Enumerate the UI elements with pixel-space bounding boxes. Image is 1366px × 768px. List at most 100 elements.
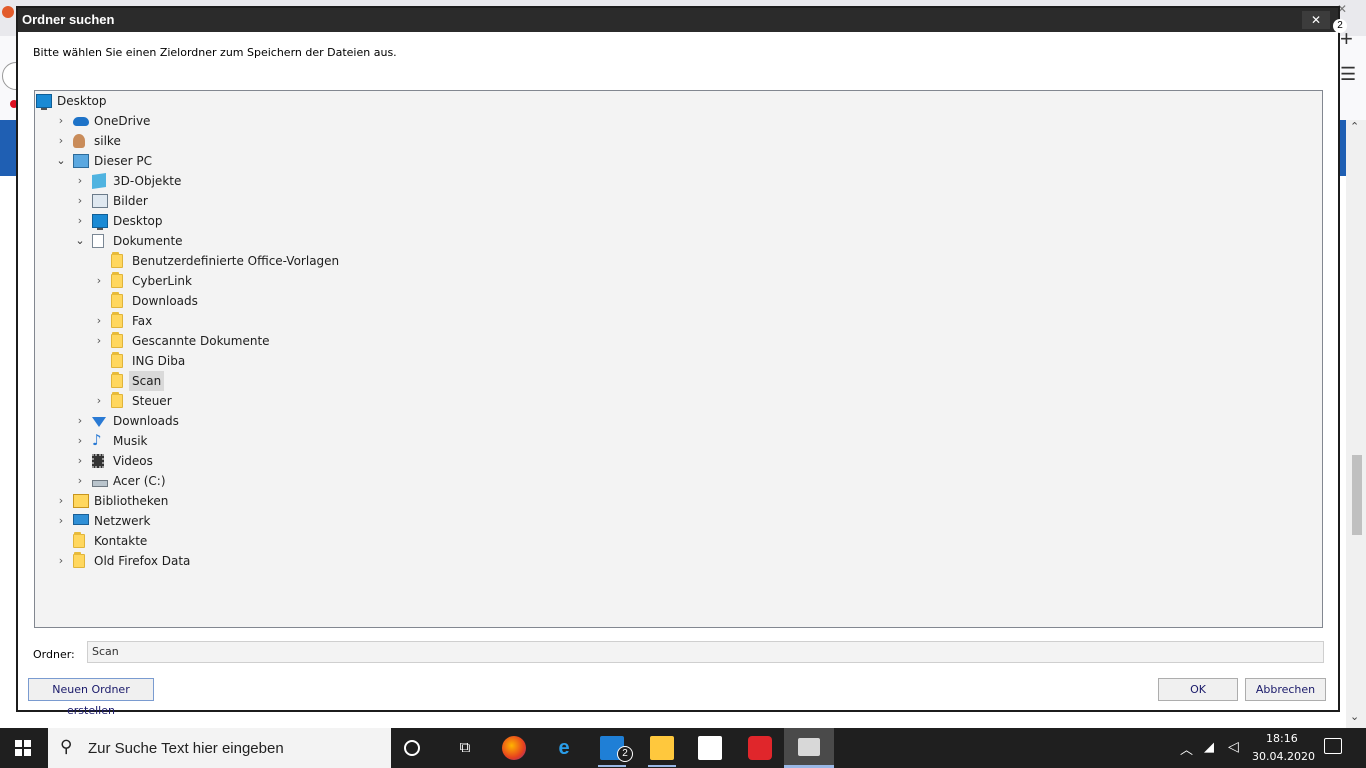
ok-button[interactable]: OK [1158, 678, 1238, 701]
tree-node-label[interactable]: silke [91, 131, 124, 151]
tree-node[interactable]: › Gescannte Dokumente [35, 331, 1322, 351]
tree-node-label[interactable]: Acer (C:) [110, 471, 169, 491]
scroll-up-icon[interactable]: ⌃ [1350, 120, 1359, 133]
file-explorer-icon[interactable] [650, 736, 674, 760]
tree-node-label[interactable]: Dokumente [110, 231, 186, 251]
chevron-right-icon[interactable]: › [55, 511, 67, 531]
tree-node[interactable]: › Desktop [35, 211, 1322, 231]
folder-icon [111, 252, 123, 268]
tree-node-label[interactable]: CyberLink [129, 271, 195, 291]
chevron-right-icon[interactable]: › [93, 331, 105, 351]
tree-node[interactable]: › Bilder [35, 191, 1322, 211]
pictures-icon [92, 194, 108, 208]
tray-overflow-chevron-icon[interactable]: ︿ [1180, 739, 1193, 758]
dialog-instruction: Bitte wählen Sie einen Zielordner zum Sp… [33, 46, 397, 59]
tree-node[interactable]: › Videos [35, 451, 1322, 471]
chevron-right-icon[interactable]: › [55, 551, 67, 571]
tree-node[interactable]: ⌄ Dokumente [35, 231, 1322, 251]
tree-node[interactable]: › OneDrive [35, 111, 1322, 131]
tree-node-label[interactable]: Kontakte [91, 531, 150, 551]
tree-node-label[interactable]: OneDrive [91, 111, 153, 131]
chevron-right-icon[interactable]: › [74, 431, 86, 451]
tree-node-label[interactable]: Musik [110, 431, 151, 451]
tree-node[interactable]: › Acer (C:) [35, 471, 1322, 491]
tree-node[interactable]: Scan [35, 371, 1322, 391]
chevron-right-icon[interactable]: › [93, 271, 105, 291]
clock-date[interactable]: 30.04.2020 [1252, 750, 1315, 763]
folder-name-field[interactable]: Scan [87, 641, 1324, 663]
edge-icon[interactable]: e [552, 736, 576, 760]
tree-node[interactable]: › Old Firefox Data [35, 551, 1322, 571]
cortana-icon[interactable] [404, 740, 420, 756]
tree-node-label[interactable]: Downloads [110, 411, 182, 431]
tree-node[interactable]: ⌄ Dieser PC [35, 151, 1322, 171]
scanner-app-icon[interactable] [798, 738, 820, 756]
chevron-right-icon[interactable]: › [55, 131, 67, 151]
chevron-down-icon[interactable]: ⌄ [74, 231, 86, 251]
tree-node-label[interactable]: Desktop [54, 91, 110, 111]
taskbar-search-box[interactable]: ⚲ Zur Suche Text hier eingeben [48, 728, 391, 768]
tree-node-label[interactable]: Gescannte Dokumente [129, 331, 273, 351]
tree-node[interactable]: › silke [35, 131, 1322, 151]
chevron-right-icon[interactable]: › [74, 171, 86, 191]
tree-node[interactable]: › Netzwerk [35, 511, 1322, 531]
chevron-right-icon[interactable]: › [93, 391, 105, 411]
tree-node-label[interactable]: ING Diba [129, 351, 188, 371]
tree-node-label[interactable]: Netzwerk [91, 511, 153, 531]
tree-node-label[interactable]: Bibliotheken [91, 491, 171, 511]
chevron-right-icon[interactable]: › [74, 451, 86, 471]
notification-center-icon[interactable] [1324, 738, 1342, 754]
tree-node[interactable]: › CyberLink [35, 271, 1322, 291]
tree-node-label[interactable]: Videos [110, 451, 156, 471]
tree-node-label[interactable]: Fax [129, 311, 155, 331]
page-scrollbar-thumb[interactable] [1352, 455, 1362, 535]
tree-node[interactable]: › 3D-Objekte [35, 171, 1322, 191]
tree-node[interactable]: Kontakte [35, 531, 1322, 551]
tree-node-label[interactable]: Desktop [110, 211, 166, 231]
browser-menu-icon[interactable]: ☰ [1340, 64, 1356, 85]
tree-node-label[interactable]: Bilder [110, 191, 151, 211]
firefox-icon[interactable] [502, 736, 526, 760]
tree-node-label[interactable]: Benutzerdefinierte Office-Vorlagen [129, 251, 342, 271]
chevron-right-icon[interactable]: › [74, 191, 86, 211]
close-icon[interactable]: ✕ [1311, 13, 1321, 27]
start-windows-icon[interactable] [15, 740, 31, 756]
chevron-right-icon[interactable]: › [74, 411, 86, 431]
folder-tree[interactable]: Desktop › OneDrive › silke ⌄ Dieser PC › 3D-Obje… [34, 90, 1323, 628]
red-app-icon[interactable] [748, 736, 772, 760]
chevron-right-icon[interactable]: › [55, 491, 67, 511]
tree-node[interactable]: Downloads [35, 291, 1322, 311]
task-view-icon[interactable]: ⧉ [453, 736, 477, 760]
page-scrollbar[interactable] [1346, 120, 1366, 728]
volume-muted-icon[interactable]: ◁ [1228, 738, 1239, 755]
dialog-close-button[interactable]: ✕ [1302, 11, 1330, 29]
chevron-right-icon[interactable]: › [74, 471, 86, 491]
tree-node[interactable]: › Steuer [35, 391, 1322, 411]
cancel-button[interactable]: Abbrechen [1245, 678, 1326, 701]
tree-node[interactable]: Benutzerdefinierte Office-Vorlagen [35, 251, 1322, 271]
tree-node[interactable]: ING Diba [35, 351, 1322, 371]
wifi-icon[interactable]: ◢ [1204, 739, 1214, 755]
search-placeholder: Zur Suche Text hier eingeben [88, 740, 284, 757]
tree-node-label[interactable]: Dieser PC [91, 151, 155, 171]
tree-node-label[interactable]: Steuer [129, 391, 175, 411]
tree-node-label[interactable]: Old Firefox Data [91, 551, 193, 571]
music-note-icon: ♪ [92, 431, 102, 449]
tree-node-label[interactable]: Downloads [129, 291, 201, 311]
store-icon[interactable] [698, 736, 722, 760]
dialog-titlebar[interactable]: Ordner suchen ✕ [18, 8, 1338, 32]
chevron-down-icon[interactable]: ⌄ [55, 151, 67, 171]
new-folder-button[interactable]: Neuen Ordner erstellen [28, 678, 154, 717]
tree-node-label[interactable]: 3D-Objekte [110, 171, 184, 191]
tree-node[interactable]: Desktop [35, 91, 1322, 111]
chevron-right-icon[interactable]: › [93, 311, 105, 331]
tree-node[interactable]: › Downloads [35, 411, 1322, 431]
tree-node[interactable]: › Fax [35, 311, 1322, 331]
scroll-down-icon[interactable]: ⌄ [1350, 710, 1359, 723]
tree-node-label[interactable]: Scan [129, 371, 165, 391]
chevron-right-icon[interactable]: › [74, 211, 86, 231]
clock-time[interactable]: 18:16 [1266, 732, 1298, 745]
tree-node[interactable]: › Bibliotheken [35, 491, 1322, 511]
tree-node[interactable]: › ♪ Musik [35, 431, 1322, 451]
chevron-right-icon[interactable]: › [55, 111, 67, 131]
